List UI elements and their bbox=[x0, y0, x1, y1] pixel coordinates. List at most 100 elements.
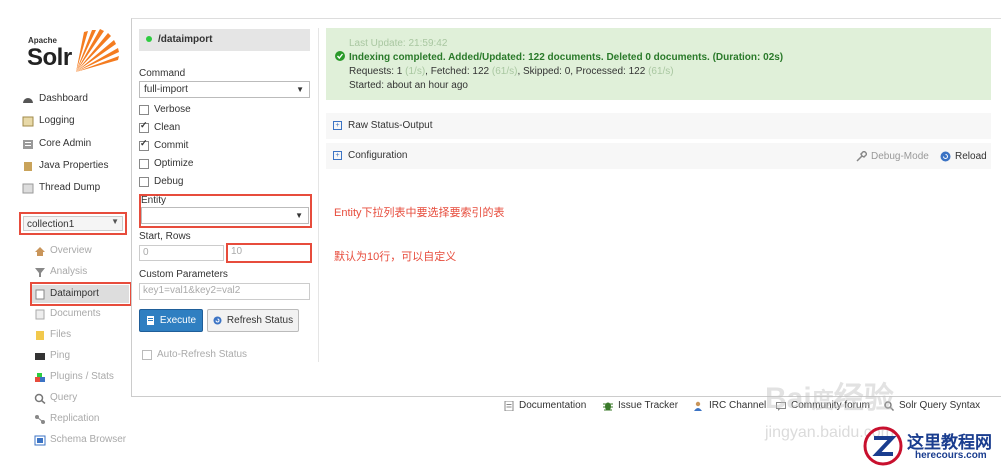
footer-documentation[interactable]: Documentation bbox=[504, 400, 586, 411]
nav-label: Logging bbox=[39, 115, 75, 126]
checkbox-box[interactable] bbox=[139, 138, 149, 151]
debug-mode-button[interactable]: Debug-Mode bbox=[856, 151, 929, 162]
collection-item-label: Overview bbox=[50, 245, 92, 256]
nav-java-properties[interactable]: Java Properties bbox=[22, 157, 108, 175]
collection-item-overview[interactable]: Overview bbox=[34, 242, 92, 260]
baidu-jingyan-watermark: Bai度经验 bbox=[765, 382, 894, 415]
wrench-icon bbox=[856, 151, 867, 162]
nav-thread-dump[interactable]: Thread Dump bbox=[22, 179, 100, 197]
solr-logo[interactable]: Apache Solr bbox=[22, 24, 122, 76]
refresh-status-button[interactable]: Refresh Status bbox=[207, 309, 299, 332]
custom-params-label: Custom Parameters bbox=[139, 269, 228, 280]
collection-item-replication[interactable]: Replication bbox=[34, 410, 99, 428]
expand-icon: + bbox=[333, 120, 342, 130]
checkbox-box[interactable] bbox=[139, 176, 149, 187]
command-select-value: full-import bbox=[144, 84, 188, 95]
status-dot-icon bbox=[146, 36, 152, 43]
collection-item-files[interactable]: Files bbox=[34, 326, 71, 344]
checkbox-box[interactable] bbox=[142, 349, 152, 360]
java-properties-icon bbox=[24, 161, 32, 171]
checkbox-label: Commit bbox=[154, 140, 189, 151]
checkbox-label: Debug bbox=[154, 176, 184, 187]
reload-label: Reload bbox=[955, 151, 987, 162]
entity-select[interactable]: ▼ bbox=[141, 207, 309, 224]
checkbox-box[interactable] bbox=[139, 104, 149, 115]
checkbox-label: Auto-Refresh Status bbox=[157, 349, 248, 360]
start-input[interactable]: 0 bbox=[139, 245, 224, 261]
thread-dump-icon bbox=[22, 183, 34, 193]
replication-icon bbox=[35, 414, 45, 424]
solr-sunburst-icon bbox=[76, 29, 119, 72]
irc-icon bbox=[694, 401, 702, 411]
collection-item-ping[interactable]: Ping bbox=[34, 347, 70, 365]
command-label: Command bbox=[139, 68, 186, 79]
checkbox-box[interactable] bbox=[139, 120, 149, 133]
status-panel: Last Update: 21:59:42 Indexing completed… bbox=[326, 28, 991, 100]
nav-core-admin[interactable]: Core Admin bbox=[22, 135, 91, 153]
brand-url: herecours.com bbox=[915, 450, 987, 461]
nav-dashboard[interactable]: Dashboard bbox=[22, 90, 88, 108]
bug-icon bbox=[603, 402, 613, 410]
nav-logging[interactable]: Logging bbox=[22, 112, 75, 130]
chevron-down-icon: ▼ bbox=[111, 217, 119, 226]
dataimport-highlight-box bbox=[30, 282, 132, 306]
footer-solr-query-syntax[interactable]: Solr Query Syntax bbox=[884, 400, 980, 411]
nav-label: Thread Dump bbox=[39, 182, 101, 193]
footer-link-label: Solr Query Syntax bbox=[899, 400, 981, 411]
collection-selector-value: collection1 bbox=[23, 216, 123, 231]
collection-item-analysis[interactable]: Analysis bbox=[34, 263, 87, 281]
auto-refresh-checkbox[interactable]: Auto-Refresh Status bbox=[142, 349, 247, 360]
nav-label: Java Properties bbox=[39, 160, 109, 171]
execute-button[interactable]: Execute bbox=[139, 309, 203, 332]
collection-item-label: Replication bbox=[50, 413, 100, 424]
collection-selector[interactable]: collection1 ▼ bbox=[19, 212, 127, 235]
search-icon bbox=[34, 393, 46, 404]
custom-params-input[interactable]: key1=val1&key2=val2 bbox=[139, 283, 310, 300]
rows-annotation: 默认为10行，可以自定义 bbox=[334, 251, 457, 263]
collection-item-documents[interactable]: Documents bbox=[34, 305, 101, 323]
schema-browser-icon bbox=[34, 435, 46, 445]
configuration-label: Configuration bbox=[348, 150, 408, 161]
checkbox-box[interactable] bbox=[139, 158, 149, 169]
footer-link-label: Documentation bbox=[519, 400, 587, 411]
collection-item-plugins-stats[interactable]: Plugins / Stats bbox=[34, 368, 114, 386]
check-circle-icon bbox=[335, 51, 345, 61]
start-rows-label: Start, Rows bbox=[139, 231, 191, 242]
checkbox-label: Clean bbox=[154, 122, 181, 133]
footer-issue-tracker[interactable]: Issue Tracker bbox=[603, 400, 678, 411]
entity-label: Entity bbox=[141, 195, 167, 206]
checkbox-debug[interactable]: Debug bbox=[139, 176, 183, 187]
execute-icon bbox=[146, 316, 154, 325]
footer-link-label: IRC Channel bbox=[709, 400, 767, 411]
collection-item-label: Schema Browser bbox=[50, 434, 127, 445]
footer-link-label: Issue Tracker bbox=[618, 400, 679, 411]
last-update: Last Update: 21:59:42 bbox=[349, 38, 448, 49]
processed-rate: (61/s) bbox=[648, 66, 674, 77]
checkbox-optimize[interactable]: Optimize bbox=[139, 158, 193, 169]
collection-item-query[interactable]: Query bbox=[34, 389, 77, 407]
collection-item-label: Documents bbox=[50, 308, 101, 319]
documentation-icon bbox=[504, 400, 514, 411]
handler-name: /dataimport bbox=[158, 34, 213, 45]
checkbox-commit[interactable]: Commit bbox=[139, 138, 189, 151]
nav-label: Dashboard bbox=[39, 93, 88, 104]
expand-icon: + bbox=[333, 150, 342, 160]
checkbox-clean[interactable]: Clean bbox=[139, 120, 181, 133]
collection-item-schema-browser[interactable]: Schema Browser bbox=[34, 431, 126, 449]
reload-button[interactable]: Reload bbox=[940, 151, 987, 162]
site-brand[interactable]: 这里教程网 herecours.com bbox=[857, 422, 1001, 468]
checkbox-verbose[interactable]: Verbose bbox=[139, 104, 191, 115]
raw-status-output-toggle[interactable]: + Raw Status-Output bbox=[326, 113, 991, 139]
home-icon bbox=[35, 246, 45, 256]
collection-item-label: Query bbox=[50, 392, 78, 403]
handler-header[interactable]: /dataimport bbox=[139, 29, 310, 51]
debug-mode-label: Debug-Mode bbox=[871, 151, 929, 162]
command-select[interactable]: full-import ▼ bbox=[139, 81, 310, 98]
chevron-down-icon: ▼ bbox=[295, 211, 303, 220]
requests-text: Requests: 1 bbox=[349, 66, 403, 77]
plugins-icon bbox=[35, 372, 45, 382]
rows-input[interactable]: 10 bbox=[228, 245, 310, 261]
dashboard-icon bbox=[23, 97, 33, 103]
status-counts: Requests: 1 (1/s), Fetched: 122 (61/s), … bbox=[349, 66, 674, 77]
footer-irc-channel[interactable]: IRC Channel bbox=[694, 400, 766, 411]
